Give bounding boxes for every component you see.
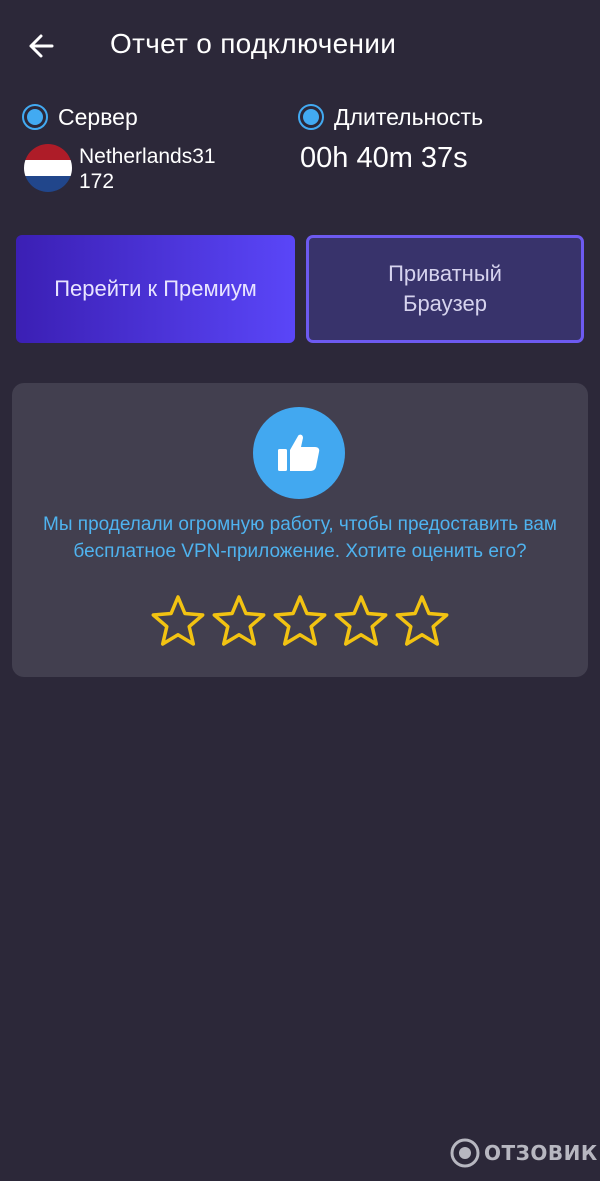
rate-message: Мы проделали огромную работу, чтобы пред… (43, 514, 557, 562)
page-title: Отчет о подключении (110, 28, 397, 59)
netherlands-flag-icon (24, 144, 72, 192)
server-radio-icon (22, 104, 48, 130)
otzovik-watermark: ОТЗОВИК (450, 1138, 598, 1168)
server-name: Netherlands31 (79, 145, 216, 168)
star-3-icon[interactable] (271, 593, 329, 651)
star-1-icon[interactable] (149, 593, 207, 651)
star-5-icon[interactable] (393, 593, 451, 651)
rate-app-card: Мы проделали огромную работу, чтобы пред… (12, 383, 588, 677)
thumbs-up-icon (253, 407, 345, 499)
duration-radio-icon (298, 104, 324, 130)
star-2-icon[interactable] (210, 593, 268, 651)
duration-label: Длительность (334, 103, 484, 130)
server-label: Сервер (58, 103, 138, 130)
server-ip: 172 (79, 170, 115, 193)
arrow-left-icon (29, 34, 54, 58)
private-browser-button[interactable]: Приватный Браузер (306, 235, 584, 343)
duration-info: Длительность 00h 40m 37s (298, 100, 588, 174)
app-header: Отчет о подключении (0, 0, 600, 96)
star-rating (149, 593, 451, 651)
server-info: Сервер Netherlands31 172 (22, 100, 282, 194)
private-browser-label: Приватный Браузер (388, 261, 502, 316)
go-premium-label: Перейти к Премиум (54, 276, 257, 301)
watermark-text: ОТЗОВИК (484, 1141, 598, 1165)
back-button[interactable] (22, 26, 62, 66)
duration-value: 00h 40m 37s (300, 142, 468, 174)
otzovik-logo-icon (450, 1138, 480, 1168)
go-premium-button[interactable]: Перейти к Премиум (16, 235, 295, 343)
star-4-icon[interactable] (332, 593, 390, 651)
